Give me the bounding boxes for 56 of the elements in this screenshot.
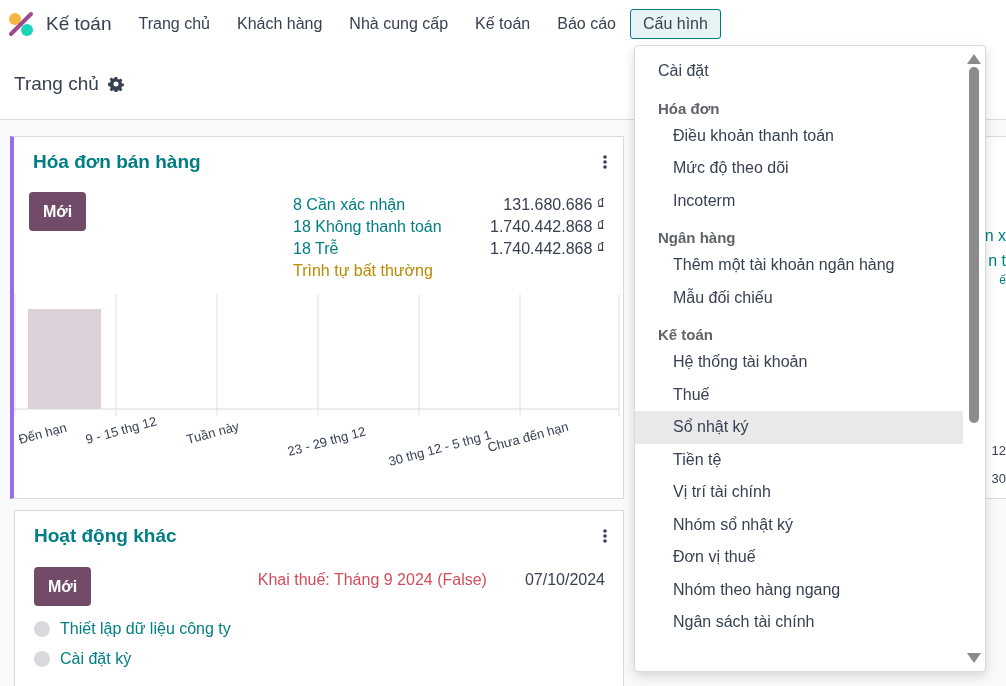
menu-item[interactable]: Đơn vị thuế [635,541,963,574]
stat-amount: 131.680.686 ₫ [502,196,605,214]
menu-item[interactable]: Thuế [635,378,963,411]
more-options-icon[interactable] [603,529,607,543]
card-title[interactable]: Hóa đơn bán hàng [33,151,201,173]
tax-alert-link[interactable]: Khai thuế: Tháng 9 2024 (False) [257,571,487,589]
menu-item[interactable]: Mẫu đối chiếu [635,281,963,314]
scroll-up-icon[interactable] [967,54,981,64]
partial-text: ế [999,273,1006,287]
nav-menu-item[interactable]: Trang chủ [125,9,223,39]
onboarding-step-link[interactable]: Thiết lập dữ liệu công ty [60,620,231,638]
partial-text: n t [988,251,1006,271]
menu-item[interactable]: Incoterm [635,184,963,217]
menu-item[interactable]: Nhóm sổ nhật ký [635,508,963,541]
new-button[interactable]: Mới [29,192,86,231]
nav-menu-item[interactable]: Kế toán [462,9,544,39]
nav-menu-item[interactable]: Báo cáo [544,9,629,39]
due-date: 07/10/2024 [524,571,605,589]
menu-item[interactable]: Nhóm theo hàng ngang [635,573,963,606]
partial-text: n x [984,226,1006,246]
menu-item[interactable]: Vị trí tài chính [635,476,963,509]
axis-label: Đến hạn [16,419,69,447]
menu-item[interactable]: Hệ thống tài khoản [635,346,963,379]
menu-item[interactable]: Sổ nhật ký [635,411,963,444]
settings-icon[interactable] [107,75,124,92]
app-logo-icon [8,11,34,37]
stat-link[interactable]: 8 Cần xác nhận [293,196,454,214]
menu-section-header: Kế toán [657,325,714,345]
axis-label: 23 - 29 thg 12 [285,423,368,459]
app-name[interactable]: Kế toán [46,13,112,35]
nav-menu-item[interactable]: Khách hàng [223,9,336,39]
axis-label: 9 - 15 thg 12 [83,413,159,447]
nav-menu-item[interactable]: Nhà cung cấp [336,9,462,39]
partial-text: 30 [991,470,1006,488]
new-button[interactable]: Mới [34,567,91,606]
scrollbar-thumb[interactable] [969,67,979,423]
breadcrumb-title: Trang chủ [14,72,99,95]
axis-label: Tuần này [184,418,241,447]
menu-item[interactable]: Mức độ theo dõi [635,152,963,185]
onboarding-step-link[interactable]: Cài đặt kỳ [60,650,132,668]
stat-link[interactable]: 18 Trễ [293,240,454,258]
menu-section-header: Ngân hàng [657,228,737,248]
menu-item[interactable]: Ngân sách tài chính [635,606,963,639]
nav-menu-item[interactable]: Cấu hình [629,9,721,39]
menu-section-header: Hóa đơn [657,98,721,119]
stat-amount: 1.740.442.868 ₫ [489,218,605,236]
partial-text: 12 [991,442,1006,460]
stat-link[interactable]: 18 Không thanh toán [293,218,454,236]
menu-item[interactable]: Thêm một tài khoản ngân hàng [635,249,963,282]
menu-item[interactable]: Tiền tệ [635,443,963,476]
menu-item[interactable]: Điều khoản thanh toán [635,119,963,152]
card-title[interactable]: Hoạt động khác [34,525,177,547]
stat-amount: 1.740.442.868 ₫ [489,240,605,258]
scroll-down-icon[interactable] [967,653,981,663]
more-options-icon[interactable] [603,155,607,169]
menu-item[interactable]: Cài đặt [635,55,963,88]
